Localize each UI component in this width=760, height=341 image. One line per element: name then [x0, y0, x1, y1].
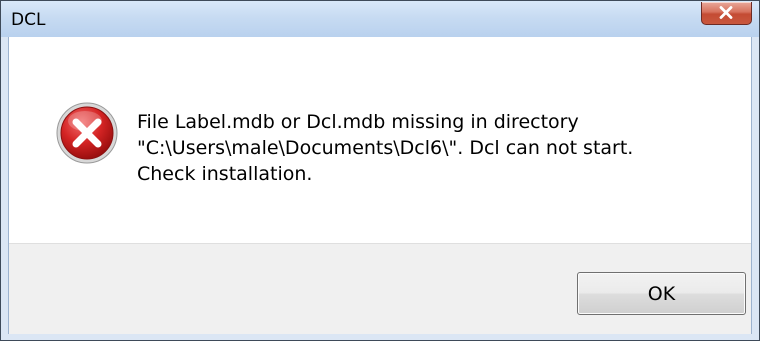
error-message: File Label.mdb or Dcl.mdb missing in dir… — [137, 109, 727, 187]
close-icon — [719, 6, 733, 19]
message-line: File Label.mdb or Dcl.mdb missing in dir… — [137, 111, 579, 133]
button-bar: OK — [9, 243, 751, 334]
message-line: Check installation. — [137, 163, 313, 185]
ok-button[interactable]: OK — [577, 272, 746, 315]
message-line: "C:\Users\male\Documents\Dcl6\". Dcl can… — [137, 137, 634, 159]
window-title: DCL — [11, 10, 46, 30]
title-bar[interactable]: DCL — [1, 1, 759, 37]
dialog-content: File Label.mdb or Dcl.mdb missing in dir… — [8, 37, 752, 334]
dialog-window: DCL File Label.mdb or Dcl.mdb missing in… — [0, 0, 760, 341]
error-icon — [56, 102, 118, 164]
close-button[interactable] — [701, 2, 752, 25]
